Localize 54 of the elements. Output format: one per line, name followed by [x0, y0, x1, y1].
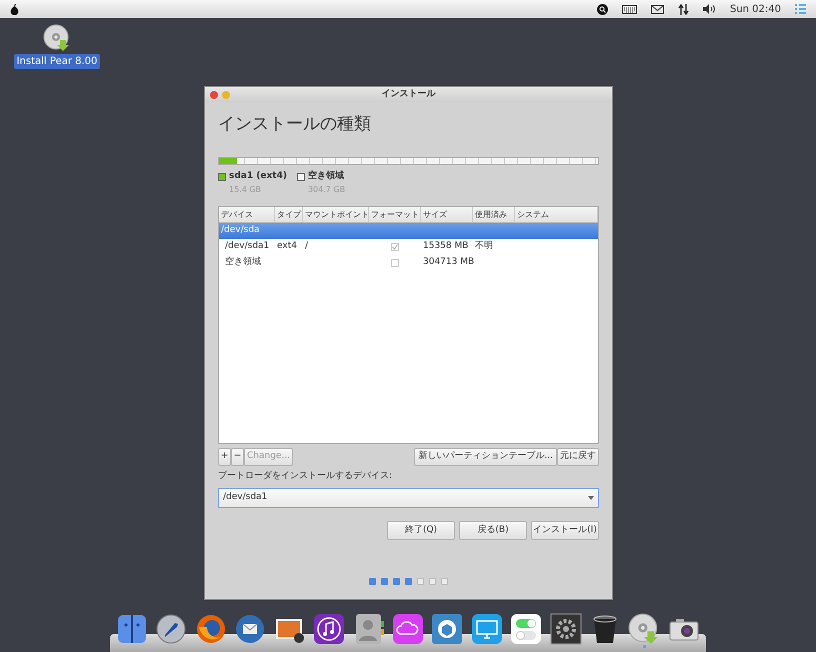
action-button[interactable]: インストール(I)	[531, 521, 599, 540]
caret-icon	[588, 496, 594, 500]
column-header[interactable]: システム	[515, 206, 598, 222]
bootloader-label: ブートローダをインストールするデバイス:	[218, 470, 394, 482]
pear-icon[interactable]	[10, 4, 19, 14]
close-button[interactable]	[210, 90, 218, 98]
legend-size: 15.4 GB	[229, 184, 262, 196]
action-button[interactable]: 戻る(B)	[459, 521, 527, 540]
column-header[interactable]: デバイス	[219, 206, 275, 222]
disc-icon	[628, 613, 660, 645]
table-cell: /dev/sda1	[225, 240, 270, 251]
table-row[interactable]: /dev/sda1 ext4 / 15358 MB 不明	[219, 238, 598, 254]
new-partition-table-button[interactable]: 新しいパーティションテーブル...	[414, 448, 557, 466]
running-indicator	[642, 645, 646, 648]
table-row[interactable]: 空き領域 304713 MB	[219, 254, 598, 270]
column-header[interactable]: マウントポイント	[303, 206, 369, 222]
speaker-icon[interactable]	[702, 4, 716, 14]
disc-icon	[43, 24, 71, 52]
list-icon[interactable]	[795, 4, 806, 14]
desktop-icon-label[interactable]: Install Pear 8.00	[14, 54, 100, 69]
revert-button[interactable]: 元に戻す	[557, 448, 599, 466]
table-cell: /	[305, 240, 308, 251]
table-cell: ext4	[277, 240, 297, 251]
page-heading: インストールの種類	[218, 113, 372, 136]
table-cell: 不明	[475, 240, 493, 251]
mail-icon[interactable]	[650, 4, 664, 14]
monitor-icon[interactable]	[470, 613, 503, 645]
gear-icon[interactable]	[550, 613, 582, 645]
column-header[interactable]: フォーマット	[369, 206, 421, 222]
action-button[interactable]: 終了(Q)	[387, 521, 455, 540]
legend-label: sda1 (ext4)	[229, 170, 287, 183]
legend-label: 空き領域	[308, 170, 344, 183]
table-cell: 15358 MB	[423, 240, 468, 251]
window-title: インストール	[382, 88, 436, 101]
remove-button[interactable]: −	[231, 448, 244, 466]
search-icon[interactable]	[596, 4, 608, 14]
transfer-arrows-icon[interactable]	[678, 4, 689, 14]
bootloader-dropdown[interactable]: /dev/sda1	[218, 488, 599, 508]
toggle-icon[interactable]	[510, 613, 542, 645]
table-cell: 空き領域	[225, 256, 261, 267]
column-header[interactable]: タイプ	[275, 206, 303, 222]
table-cell: 304713 MB	[423, 256, 474, 267]
music-note-icon[interactable]	[313, 613, 346, 645]
column-header[interactable]: 使用済み	[473, 206, 515, 222]
legend-size: 304.7 GB	[308, 184, 346, 196]
keyboard-icon[interactable]	[622, 4, 637, 14]
clock: Sun 02:40	[730, 2, 781, 16]
globe-icon[interactable]	[194, 613, 227, 645]
mail-icon[interactable]	[234, 613, 266, 645]
table-cell-text: /dev/sda	[220, 224, 261, 237]
cloud-icon[interactable]	[392, 613, 424, 645]
column-header[interactable]: サイズ	[421, 206, 473, 222]
add-button[interactable]: +	[218, 448, 231, 466]
face-icon[interactable]	[116, 613, 148, 645]
